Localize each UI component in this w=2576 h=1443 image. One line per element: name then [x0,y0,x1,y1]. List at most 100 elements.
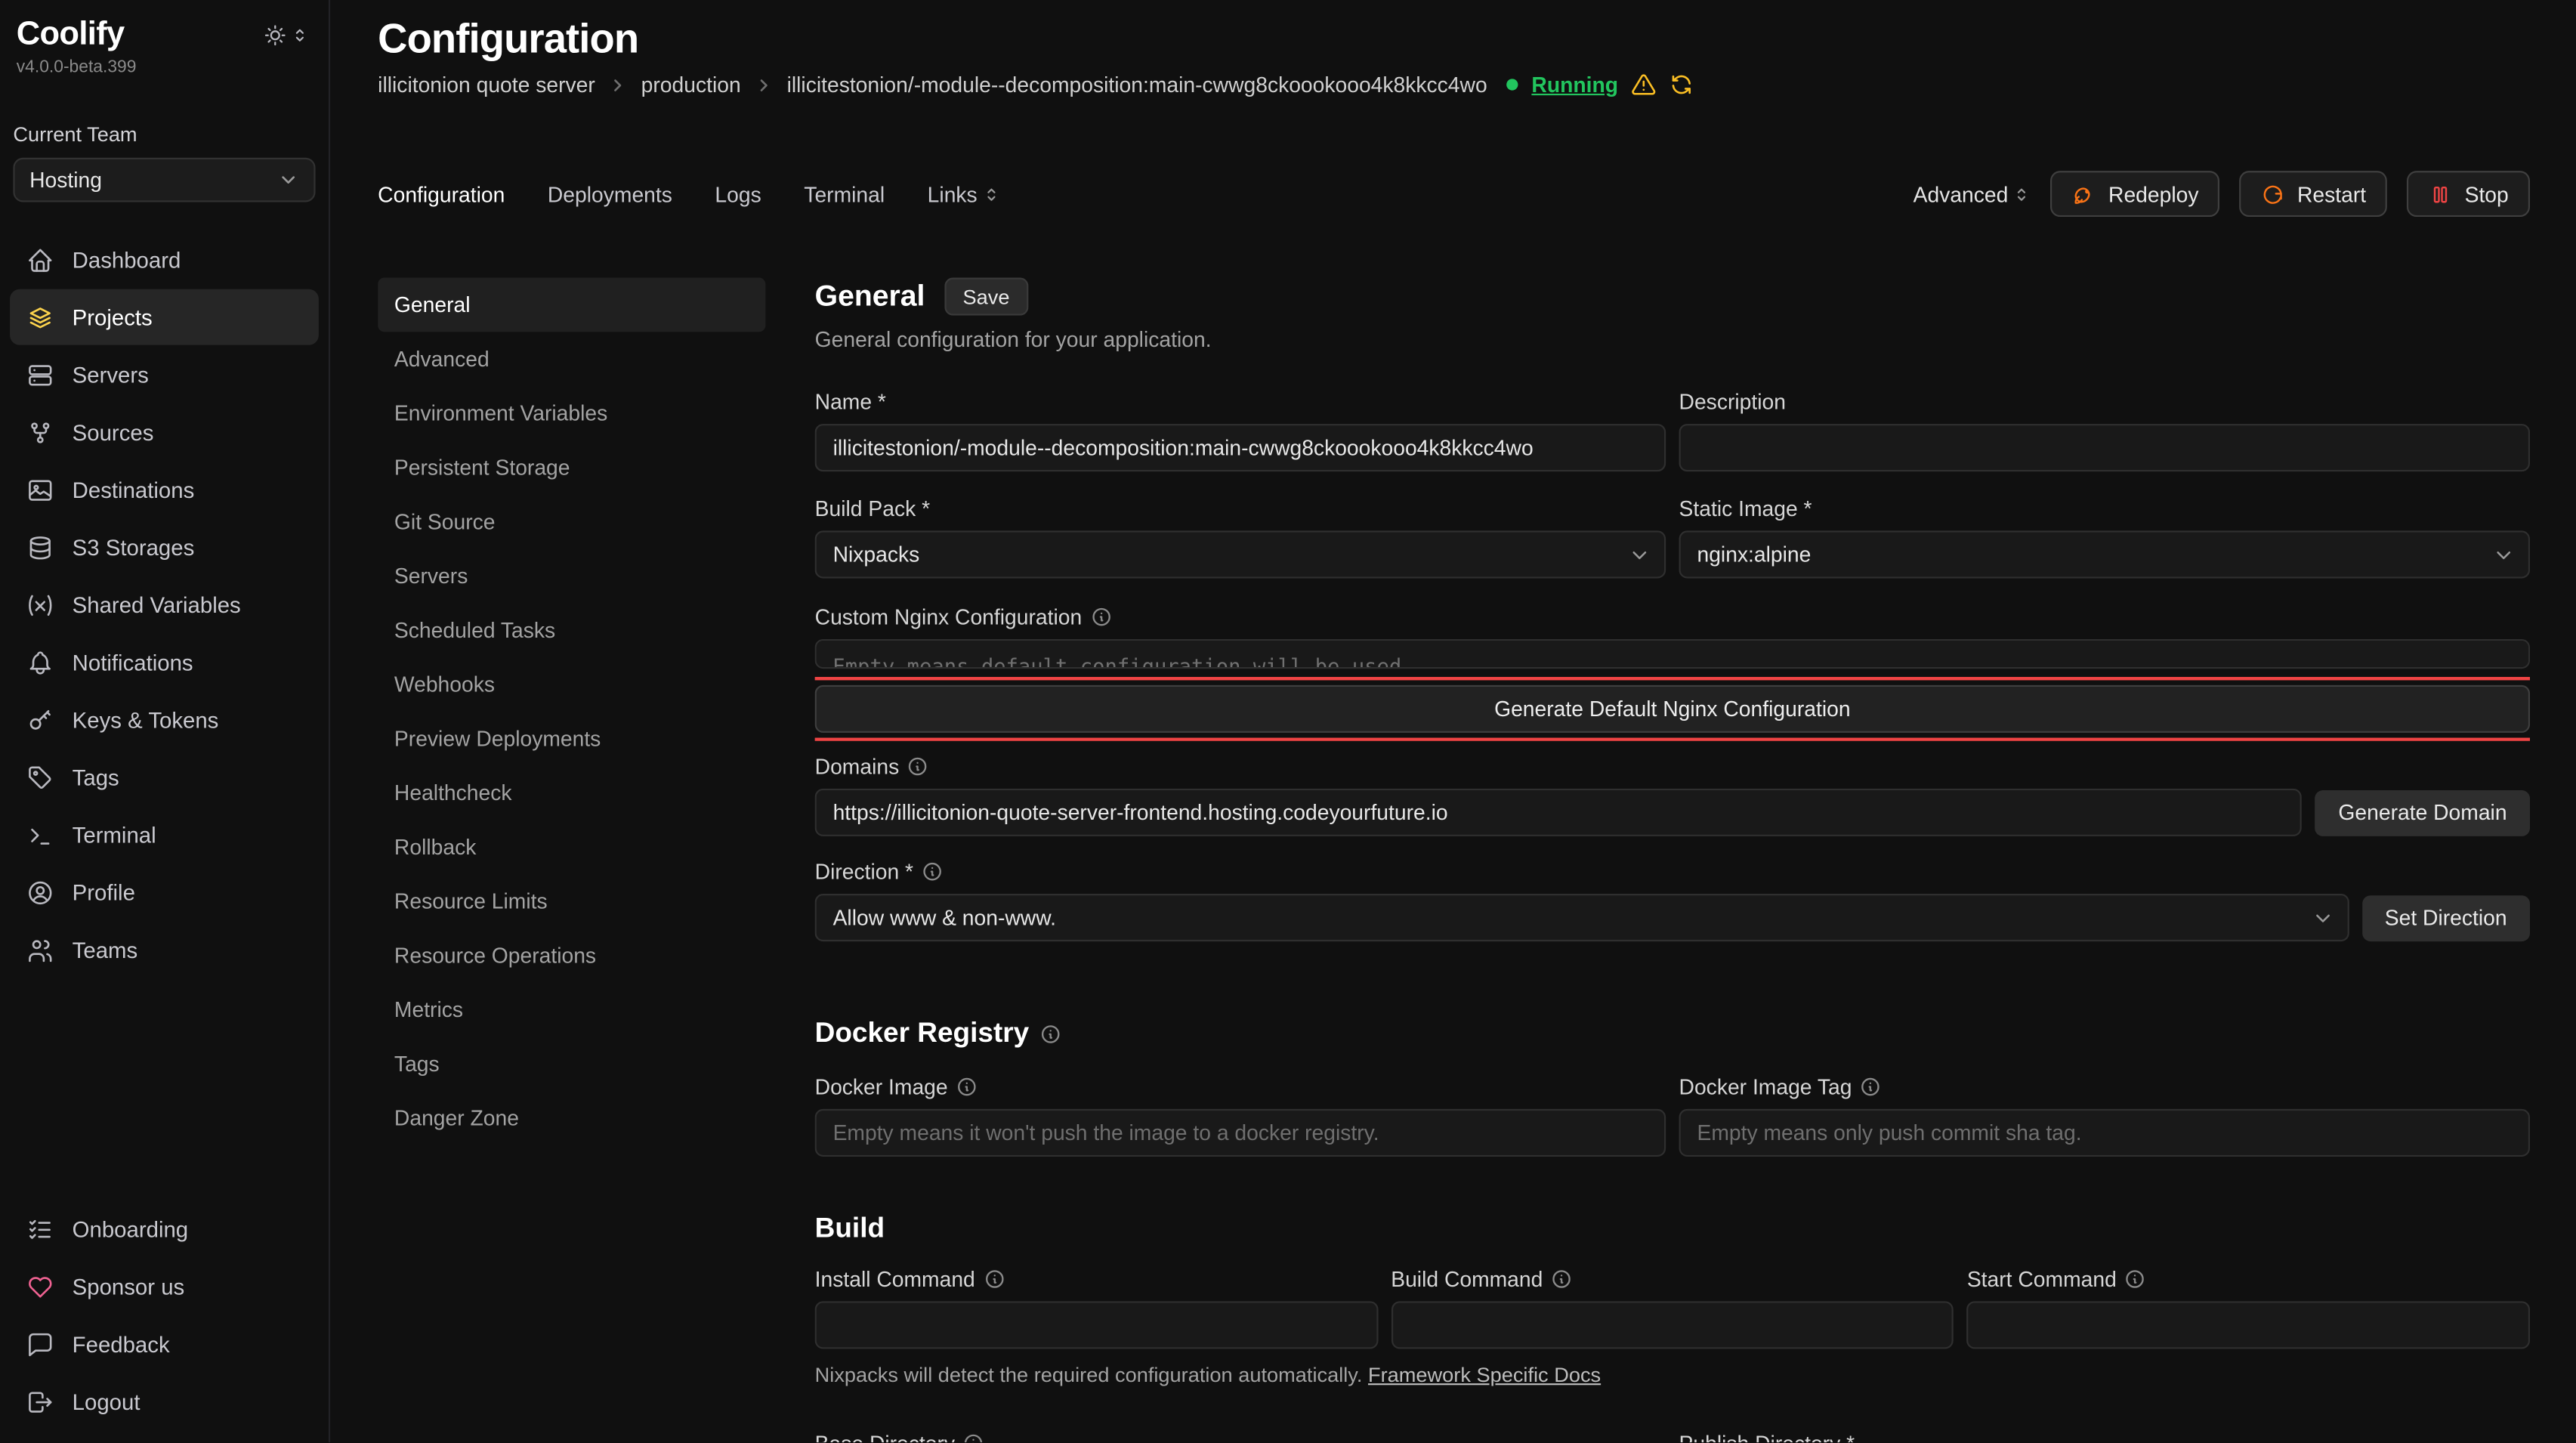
breadcrumb-project[interactable]: illicitonion quote server [378,73,595,97]
generate-domain-button[interactable]: Generate Domain [2315,789,2530,836]
sidebar-item-notifications[interactable]: Notifications [10,634,319,690]
config-menu-preview-deployments[interactable]: Preview Deployments [378,712,765,766]
save-button[interactable]: Save [945,278,1028,316]
breadcrumb-environment[interactable]: production [641,73,741,97]
sidebar-item-s3-storages[interactable]: S3 Storages [10,519,319,575]
generate-nginx-config-button[interactable]: Generate Default Nginx Configuration [815,685,2530,733]
tab-label: Links [928,181,978,206]
sidebar-item-label: Terminal [73,822,156,847]
theme-switcher[interactable] [263,23,309,48]
sidebar-item-keys-tokens[interactable]: Keys & Tokens [10,692,319,748]
tab-label: Configuration [378,181,505,206]
tab-links[interactable]: Links [928,181,1000,206]
app-version: v4.0.0-beta.399 [0,54,329,77]
framework-docs-link[interactable]: Framework Specific Docs [1368,1364,1601,1386]
config-menu-danger-zone[interactable]: Danger Zone [378,1091,765,1145]
config-menu-tags[interactable]: Tags [378,1037,765,1091]
info-icon[interactable] [984,1268,1005,1289]
advanced-dropdown[interactable]: Advanced [1913,181,2031,206]
section-heading-general: General [815,280,925,314]
sidebar-item-sponsor[interactable]: Sponsor us [10,1259,319,1315]
redeploy-label: Redeploy [2108,181,2198,206]
redeploy-button[interactable]: Redeploy [2051,171,2220,217]
info-icon[interactable] [1860,1075,1881,1096]
info-icon[interactable] [2125,1268,2146,1289]
name-input[interactable] [815,424,1666,471]
domains-label: Domains [815,754,900,779]
sidebar-item-onboarding[interactable]: Onboarding [10,1201,319,1257]
chevron-updown-icon [982,185,1000,203]
build-pack-select[interactable]: Nixpacks [815,530,1666,578]
config-menu-advanced[interactable]: Advanced [378,332,765,386]
config-menu-webhooks[interactable]: Webhooks [378,657,765,712]
docker-image-input[interactable] [815,1109,1666,1157]
info-icon[interactable] [1551,1268,1572,1289]
tab-logs[interactable]: Logs [715,181,761,206]
direction-select[interactable]: Allow www & non-www. [815,894,2349,941]
domains-input[interactable] [815,789,2303,836]
chat-icon [26,1330,54,1358]
restart-button[interactable]: Restart [2240,171,2388,217]
page-title: Configuration [378,13,2530,66]
config-menu-resource-limits[interactable]: Resource Limits [378,874,765,929]
sidebar-item-projects[interactable]: Projects [10,289,319,345]
config-menu-environment-variables[interactable]: Environment Variables [378,386,765,440]
sidebar-item-label: Notifications [73,650,193,675]
sidebar-item-servers[interactable]: Servers [10,347,319,403]
stop-button[interactable]: Stop [2407,171,2530,217]
sidebar-item-label: Servers [73,363,149,388]
info-icon[interactable] [956,1075,978,1096]
install-command-input[interactable] [815,1301,1378,1349]
tab-deployments[interactable]: Deployments [548,181,672,206]
config-menu-healthcheck[interactable]: Healthcheck [378,765,765,820]
config-menu-scheduled-tasks[interactable]: Scheduled Tasks [378,603,765,657]
sidebar-item-logout[interactable]: Logout [10,1373,319,1429]
tab-terminal[interactable]: Terminal [804,181,885,206]
config-menu-metrics[interactable]: Metrics [378,982,765,1037]
info-icon[interactable] [922,861,943,882]
sidebar-item-profile[interactable]: Profile [10,864,319,920]
configuration-content: General Advanced Environment Variables P… [378,278,2530,1443]
chevron-updown-icon [291,26,309,45]
team-select[interactable]: Hosting [13,158,315,202]
config-menu-persistent-storage[interactable]: Persistent Storage [378,440,765,495]
sidebar-item-feedback[interactable]: Feedback [10,1316,319,1372]
description-input[interactable] [1679,424,2530,471]
sidebar-item-shared-variables[interactable]: Shared Variables [10,576,319,632]
sidebar: Coolify v4.0.0-beta.399 Current Team Hos… [0,0,330,1442]
sidebar-item-tags[interactable]: Tags [10,749,319,805]
tab-configuration[interactable]: Configuration [378,181,505,206]
sidebar-item-terminal[interactable]: Terminal [10,807,319,863]
start-command-input[interactable] [1967,1301,2530,1349]
sidebar-item-destinations[interactable]: Destinations [10,462,319,518]
docker-image-tag-input[interactable] [1679,1109,2530,1157]
key-icon [26,706,54,734]
nginx-config-textarea[interactable] [815,639,2530,669]
breadcrumb-application[interactable]: illicitestonion/-module--decomposition:m… [787,73,1487,97]
set-direction-button[interactable]: Set Direction [2361,895,2530,941]
config-menu-git-source[interactable]: Git Source [378,495,765,549]
build-pack-label: Build Pack * [815,496,930,521]
sidebar-item-sources[interactable]: Sources [10,404,319,460]
sidebar-item-label: Profile [73,880,135,905]
config-menu-servers[interactable]: Servers [378,548,765,603]
build-command-input[interactable] [1391,1301,1954,1349]
info-icon[interactable] [1040,1023,1061,1044]
sidebar-item-teams[interactable]: Teams [10,922,319,978]
info-icon[interactable] [963,1432,984,1442]
build-pack-value: Nixpacks [833,542,920,567]
status-badge: Running [1531,73,1618,97]
sidebar-item-label: Destinations [73,477,195,502]
info-icon[interactable] [1090,606,1111,627]
config-menu-resource-operations[interactable]: Resource Operations [378,929,765,983]
sidebar-item-dashboard[interactable]: Dashboard [10,232,319,288]
static-image-select[interactable]: nginx:alpine [1679,530,2530,578]
action-toolbar: Advanced Redeploy Restart Stop [1913,171,2530,217]
build-command-label: Build Command [1391,1266,1543,1291]
users-icon [26,935,54,963]
config-menu-rollback[interactable]: Rollback [378,820,765,874]
info-icon[interactable] [907,755,928,777]
refresh-status-icon[interactable] [1669,73,1694,97]
config-menu-general[interactable]: General [378,278,765,332]
direction-value: Allow www & non-www. [833,905,1056,930]
